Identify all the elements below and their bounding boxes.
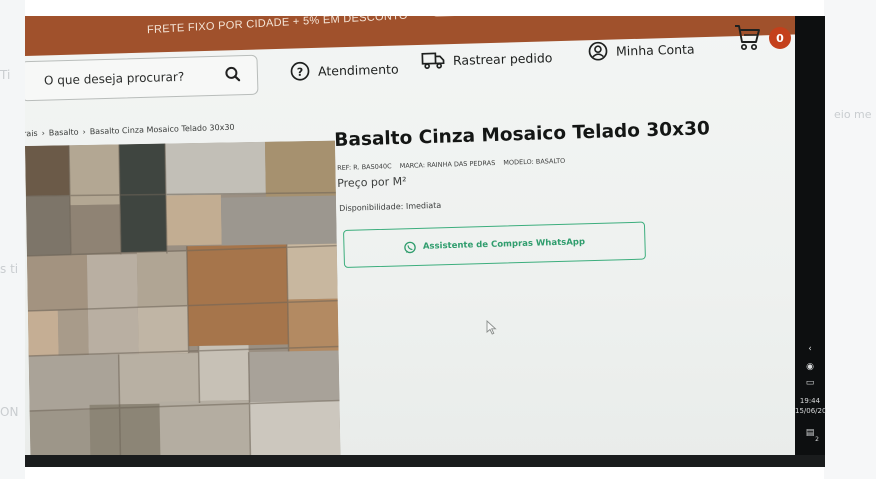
monitor-bezel-bottom	[25, 455, 825, 467]
promo-pill[interactable]	[430, 16, 522, 17]
availability-label: Disponibilidade:	[339, 201, 404, 213]
nav-account-label: Minha Conta	[615, 41, 695, 59]
breadcrumb-item[interactable]: Basalto	[49, 128, 79, 138]
product-ref: REF: R. BAS040C	[337, 162, 392, 172]
user-circle-icon	[588, 41, 608, 61]
availability: Disponibilidade: Imediata	[339, 201, 441, 213]
product-brand[interactable]: MARCA: RAINHA DAS PEDRAS	[400, 159, 496, 170]
search-box[interactable]: O que deseja procurar?	[25, 54, 259, 102]
truck-icon	[421, 52, 445, 69]
notification-count: 2	[815, 436, 819, 443]
whatsapp-assistant-button[interactable]: Assistente de Compras WhatsApp	[343, 221, 646, 268]
mouse-cursor-icon	[486, 320, 497, 335]
nav-track-order-label: Rastrear pedido	[452, 49, 553, 68]
product-model: MODELO: BASALTO	[503, 156, 566, 167]
cart-count-badge[interactable]: 0	[769, 27, 791, 49]
breadcrumb-current: Basalto Cinza Mosaico Telado 30x30	[89, 122, 235, 137]
breadcrumb: rais › Basalto › Basalto Cinza Mosaico Telad…	[25, 123, 235, 139]
product-title: Basalto Cinza Mosaico Telado 30x30	[334, 118, 711, 151]
nav-support[interactable]: ? Atendimento	[290, 58, 399, 81]
whatsapp-icon	[404, 241, 417, 253]
tray-network-icon[interactable]: ◉	[795, 362, 825, 372]
tray-chevron-icon[interactable]: ‹	[795, 344, 825, 354]
background-browser-right: eio me	[824, 0, 876, 479]
nav-account[interactable]: Minha Conta	[588, 39, 695, 62]
promo-text: FRETE FIXO POR CIDADE + 5% EM DESCONTO	[146, 16, 409, 37]
product-image[interactable]	[25, 140, 341, 464]
breadcrumb-separator: ›	[41, 128, 45, 138]
clock-date[interactable]: 15/06/20	[795, 407, 826, 415]
nav-support-label: Atendimento	[317, 60, 399, 79]
product-meta: REF: R. BAS040C MARCA: RAINHA DAS PEDRAS…	[337, 157, 565, 172]
shopping-cart-icon[interactable]	[733, 22, 761, 52]
tray-volume-icon[interactable]: ▭	[795, 378, 825, 388]
price-label: Preço por M²	[337, 174, 407, 190]
monitor-screen: FRETE FIXO POR CIDADE + 5% EM DESCONTO O…	[25, 16, 825, 464]
breadcrumb-item[interactable]: rais	[25, 129, 38, 138]
clock-time[interactable]: 19:44	[795, 397, 825, 405]
nav-track-order[interactable]: Rastrear pedido	[421, 47, 553, 71]
whatsapp-assistant-label: Assistente de Compras WhatsApp	[422, 237, 586, 252]
availability-value: Imediata	[405, 200, 442, 211]
svg-text:?: ?	[297, 66, 304, 79]
breadcrumb-separator: ›	[82, 127, 86, 137]
search-icon[interactable]	[223, 64, 244, 85]
background-browser-left: Ti s ti ON	[0, 0, 25, 479]
search-input[interactable]: O que deseja procurar?	[44, 70, 185, 88]
help-circle-icon: ?	[290, 61, 310, 81]
